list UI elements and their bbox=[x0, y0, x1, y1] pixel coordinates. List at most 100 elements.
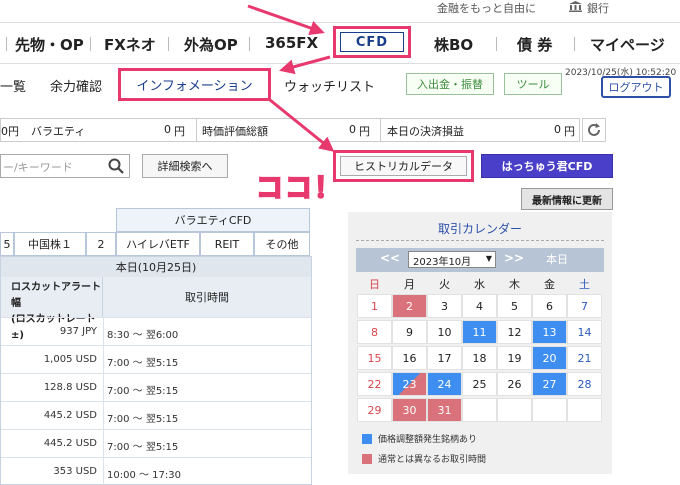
subnav-information[interactable]: インフォメーション bbox=[118, 68, 271, 101]
nav-cfd-highlight: CFD bbox=[333, 26, 411, 58]
nav-fx-neo[interactable]: FXネオ bbox=[104, 34, 156, 55]
calendar-day[interactable]: 22 bbox=[357, 372, 392, 396]
historical-data-button[interactable]: ヒストリカルデータ bbox=[340, 156, 467, 176]
calendar-day[interactable]: 26 bbox=[497, 372, 532, 396]
calendar-day[interactable]: 5 bbox=[497, 294, 532, 318]
calendar-empty-cell bbox=[462, 398, 497, 422]
calendar-day[interactable]: 25 bbox=[462, 372, 497, 396]
deposit-transfer-button[interactable]: 入出金・振替 bbox=[406, 73, 494, 95]
calendar-day[interactable]: 21 bbox=[567, 346, 602, 370]
nav-separator bbox=[249, 37, 250, 51]
summary-settlement-unit: 円 bbox=[564, 125, 575, 138]
calendar-day[interactable]: 31 bbox=[427, 398, 462, 422]
trading-time: 7:00 〜 翌5:15 bbox=[107, 386, 179, 397]
calendar-weekday: 金 bbox=[544, 278, 555, 291]
nav-365fx[interactable]: 365FX bbox=[265, 34, 318, 52]
calendar-day[interactable]: 3 bbox=[427, 294, 462, 318]
calendar-weekday: 月 bbox=[404, 278, 415, 291]
calendar-day[interactable]: 8 bbox=[357, 320, 392, 344]
calendar-day[interactable]: 24 bbox=[427, 372, 462, 396]
calendar-weekday: 土 bbox=[579, 278, 590, 291]
calendar-today-button[interactable]: 本日 bbox=[546, 251, 568, 267]
calendar-day[interactable]: 28 bbox=[567, 372, 602, 396]
tab-china-1[interactable]: 中国株１ bbox=[14, 232, 86, 256]
calendar-empty-cell bbox=[532, 398, 567, 422]
calendar-day[interactable]: 13 bbox=[532, 320, 567, 344]
subnav-watchlist[interactable]: ウォッチリスト bbox=[284, 76, 375, 95]
hacchu-kun-cfd-button[interactable]: はっちゅう君CFD bbox=[481, 154, 613, 178]
calendar-day[interactable]: 29 bbox=[357, 398, 392, 422]
cell-divider bbox=[103, 374, 104, 402]
nav-bonds[interactable]: 債 券 bbox=[517, 34, 552, 55]
nav-futures-op[interactable]: 先物・OP bbox=[15, 34, 84, 55]
table-row: 1,005 USD 7:00 〜 翌5:15 bbox=[1, 345, 311, 374]
chevron-down-icon: ▼ bbox=[485, 254, 492, 263]
calendar-day[interactable]: 14 bbox=[567, 320, 602, 344]
calendar-day[interactable]: 1 bbox=[357, 294, 392, 318]
legend-price-adjust: 価格調整額発生銘柄あり bbox=[362, 432, 477, 445]
subnav-margin-check[interactable]: 余力確認 bbox=[50, 76, 102, 95]
calendar-month-select[interactable]: 2023年10月 ▼ bbox=[408, 251, 496, 268]
product-tabs: 5 中国株１ 2 ハイレバETF REIT その他 bbox=[0, 232, 310, 256]
calendar-day[interactable]: 2 bbox=[392, 294, 427, 318]
summary-market-value-label: 時価評価総額 bbox=[202, 125, 268, 138]
calendar-day[interactable]: 17 bbox=[427, 346, 462, 370]
table-group-header: バラエティCFD bbox=[0, 208, 310, 232]
calendar-day[interactable]: 6 bbox=[532, 294, 567, 318]
calendar-day[interactable]: 23 bbox=[392, 372, 427, 396]
calendar-day[interactable]: 18 bbox=[462, 346, 497, 370]
search-icon[interactable] bbox=[108, 158, 124, 174]
table-row: 445.2 USD 7:00 〜 翌5:15 bbox=[1, 429, 311, 458]
nav-fx-option[interactable]: 外為OP bbox=[184, 34, 238, 55]
calendar-day[interactable]: 27 bbox=[532, 372, 567, 396]
historical-data-highlight: ヒストリカルデータ bbox=[333, 150, 474, 182]
nav-cfd[interactable]: CFD bbox=[340, 32, 404, 52]
trading-time: 10:00 〜 17:30 bbox=[107, 470, 181, 481]
calendar-day[interactable]: 30 bbox=[392, 398, 427, 422]
calendar-nav: << 2023年10月 ▼ >> 本日 bbox=[356, 248, 604, 272]
tool-button[interactable]: ツール bbox=[504, 73, 562, 95]
calendar-weekday: 日 bbox=[369, 278, 380, 291]
refresh-button[interactable] bbox=[582, 118, 606, 142]
calendar-day[interactable]: 19 bbox=[497, 346, 532, 370]
nav-kabu-bo[interactable]: 株BO bbox=[434, 34, 473, 55]
subnav-list[interactable]: 一覧 bbox=[0, 76, 26, 95]
calendar-empty-cell bbox=[567, 398, 602, 422]
nav-mypage[interactable]: マイページ bbox=[590, 34, 665, 55]
detail-search-button[interactable]: 詳細検索へ bbox=[142, 154, 228, 178]
nav-separator bbox=[168, 37, 169, 51]
tab-2[interactable]: 2 bbox=[86, 232, 116, 256]
summary-settlement-value: 0 bbox=[554, 123, 561, 136]
summary-market-value-unit: 円 bbox=[359, 125, 370, 138]
calendar-day[interactable]: 11 bbox=[462, 320, 497, 344]
calendar-next-button[interactable]: >> bbox=[504, 251, 524, 265]
summary-market-value: 0 bbox=[349, 123, 356, 136]
losscut-header: ロスカットアラート幅 (ロスカットレート±) bbox=[1, 277, 103, 341]
summary-prefix-value: 0円 bbox=[1, 125, 19, 138]
calendar-day[interactable]: 10 bbox=[427, 320, 462, 344]
tab-reit[interactable]: REIT bbox=[200, 232, 254, 256]
calendar-day[interactable]: 9 bbox=[392, 320, 427, 344]
logout-button[interactable]: ログアウト bbox=[601, 76, 671, 98]
tab-high-leverage-etf[interactable]: ハイレバETF bbox=[116, 232, 200, 256]
calendar-day[interactable]: 12 bbox=[497, 320, 532, 344]
nav-separator bbox=[574, 37, 575, 51]
trading-time: 8:30 〜 翌6:00 bbox=[107, 330, 179, 341]
trading-time: 7:00 〜 翌5:15 bbox=[107, 442, 179, 453]
calendar-day[interactable]: 4 bbox=[462, 294, 497, 318]
calendar-day[interactable]: 15 bbox=[357, 346, 392, 370]
cell-divider bbox=[103, 430, 104, 458]
calendar-prev-button[interactable]: << bbox=[380, 251, 400, 265]
calendar-day[interactable]: 16 bbox=[392, 346, 427, 370]
trading-time-header: 取引時間 bbox=[103, 277, 311, 317]
summary-divider bbox=[380, 119, 381, 141]
bank-link[interactable]: 銀行 bbox=[587, 0, 609, 16]
calendar-day[interactable]: 20 bbox=[532, 346, 567, 370]
update-latest-button[interactable]: 最新情報に更新 bbox=[521, 188, 613, 210]
summary-divider bbox=[196, 119, 197, 141]
tab-other[interactable]: その他 bbox=[254, 232, 310, 256]
tab-5[interactable]: 5 bbox=[0, 232, 14, 256]
calendar-day[interactable]: 7 bbox=[567, 294, 602, 318]
table-row: 937 JPY 8:30 〜 翌6:00 bbox=[1, 317, 311, 346]
calendar-weekday: 火 bbox=[439, 278, 450, 291]
